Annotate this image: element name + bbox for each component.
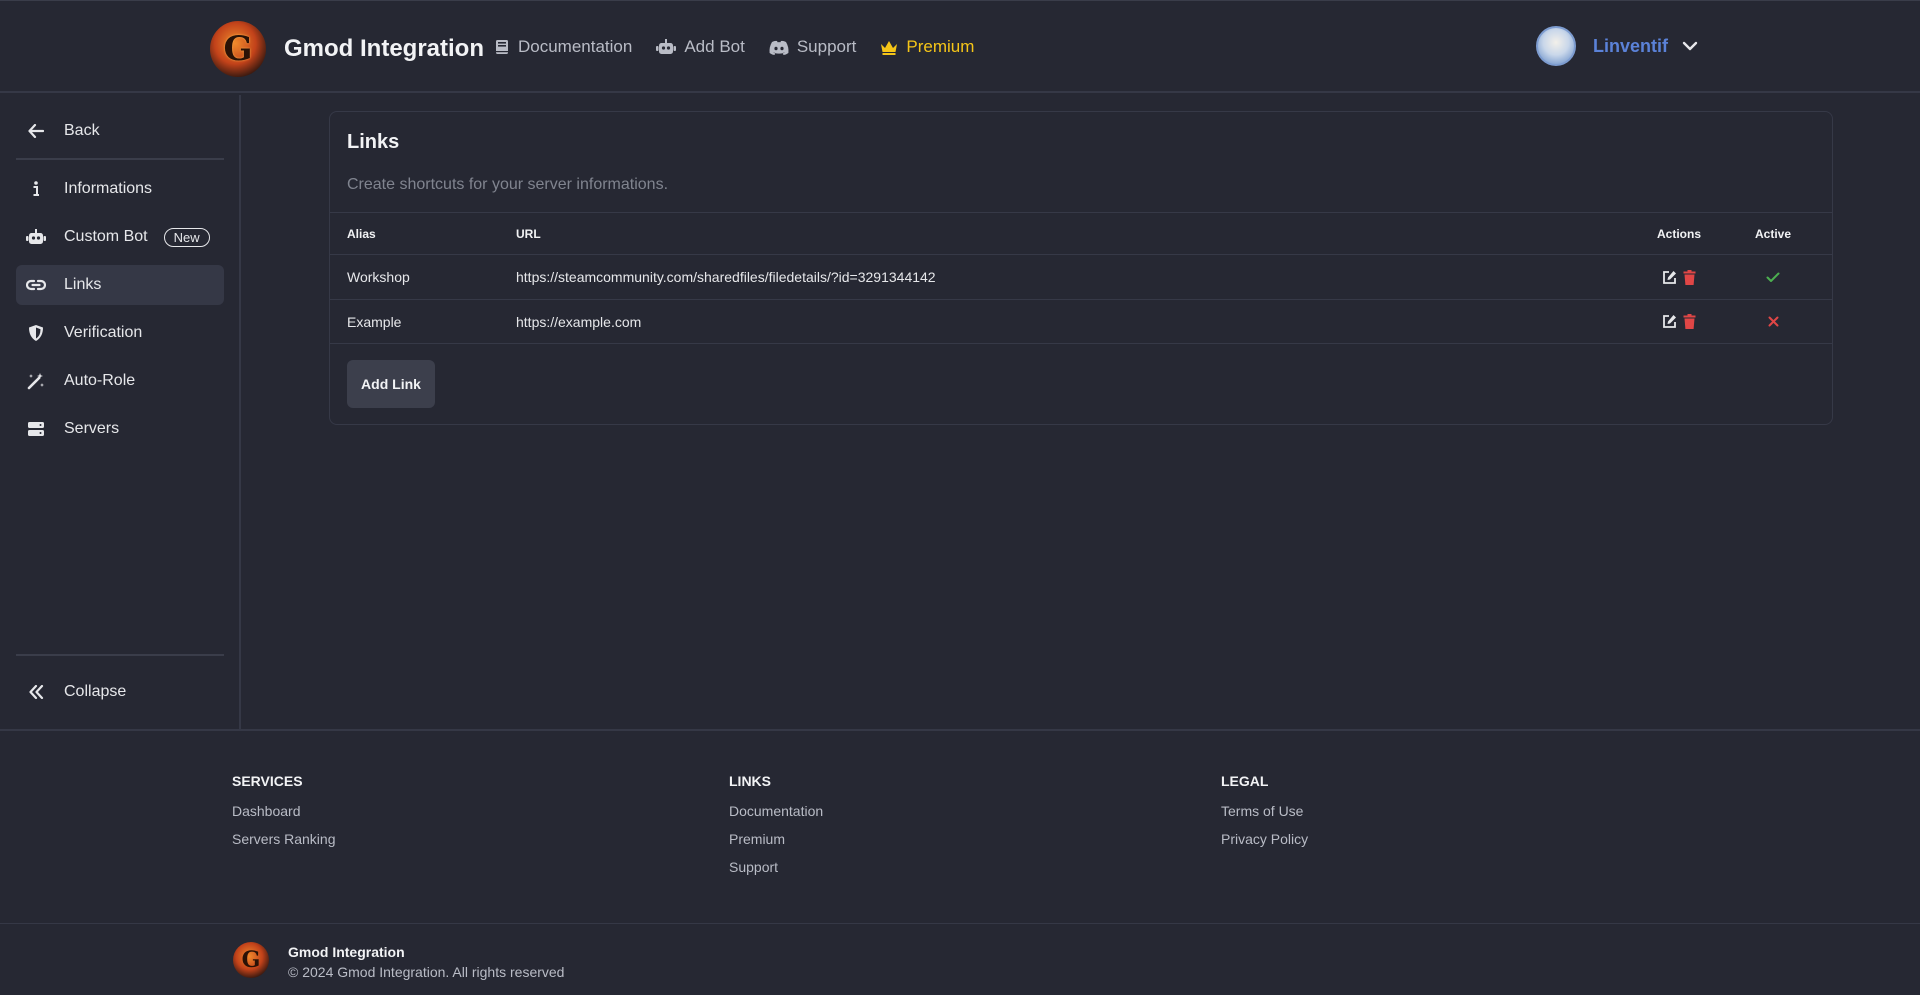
footer-copyright: © 2024 Gmod Integration. All rights rese… xyxy=(288,964,565,980)
table-row: Workshop https://steamcommunity.com/shar… xyxy=(330,254,1832,299)
robot-icon xyxy=(656,39,677,54)
nav-add-bot-label: Add Bot xyxy=(684,37,745,56)
active-cell xyxy=(1736,300,1810,343)
sidebar-item-label: Links xyxy=(64,276,102,293)
trash-icon xyxy=(1683,269,1696,285)
footer-link-support[interactable]: Support xyxy=(729,859,823,875)
shield-icon xyxy=(29,325,43,341)
footer-services-title: SERVICES xyxy=(232,773,303,789)
sidebar-item-label: Informations xyxy=(64,180,153,197)
double-chevron-left-icon xyxy=(29,685,44,699)
sidebar-back[interactable]: Back xyxy=(16,111,224,151)
links-table: Alias URL Active Actions Workshop https:… xyxy=(330,212,1832,344)
nav-premium[interactable]: Premium xyxy=(880,37,974,57)
footer-logo-letter: G xyxy=(241,947,261,973)
sidebar-item-custom-bot[interactable]: Custom Bot New xyxy=(16,217,224,257)
server-icon xyxy=(28,422,44,436)
active-cell xyxy=(1736,255,1810,299)
footer-link-privacy[interactable]: Privacy Policy xyxy=(1221,831,1308,847)
column-header-url: URL xyxy=(516,226,541,241)
footer-links: LINKS Documentation Premium Support xyxy=(729,773,823,887)
column-header-active: Active xyxy=(1754,226,1792,241)
footer-logo: G xyxy=(233,942,269,978)
page-description: Create shortcuts for your server informa… xyxy=(347,176,669,193)
robot-icon xyxy=(26,229,46,244)
user-name[interactable]: Linventif xyxy=(1593,36,1668,57)
links-card: Links Create shortcuts for your server i… xyxy=(329,111,1833,425)
footer-link-dashboard[interactable]: Dashboard xyxy=(232,803,336,819)
sidebar-item-label: Custom Bot xyxy=(64,228,148,245)
add-link-button[interactable]: Add Link xyxy=(347,360,435,408)
nav-documentation-label: Documentation xyxy=(518,37,633,56)
brand-name[interactable]: Gmod Integration xyxy=(284,35,484,63)
footer-legal: LEGAL Terms of Use Privacy Policy xyxy=(1221,773,1308,859)
alias-cell: Workshop xyxy=(347,269,410,285)
sidebar-collapse-label: Collapse xyxy=(64,683,127,700)
trash-icon xyxy=(1683,314,1696,329)
x-icon xyxy=(1768,316,1778,327)
chevron-down-icon[interactable] xyxy=(1682,41,1698,51)
brand-logo[interactable]: G xyxy=(210,21,266,77)
nav-support-label: Support xyxy=(796,37,857,56)
sidebar-divider xyxy=(16,158,224,160)
footer-brand-name: Gmod Integration xyxy=(288,944,405,960)
avatar[interactable] xyxy=(1536,26,1576,66)
wand-icon xyxy=(27,373,44,390)
sidebar-divider xyxy=(16,654,224,656)
info-icon xyxy=(33,181,39,196)
arrow-left-icon xyxy=(28,124,44,138)
column-header-alias: Alias xyxy=(347,226,376,241)
footer: SERVICES Dashboard Servers Ranking LINKS… xyxy=(0,729,1920,995)
sidebar-item-auto-role[interactable]: Auto-Role xyxy=(16,361,224,401)
edit-button[interactable] xyxy=(1662,270,1677,285)
url-cell: https://steamcommunity.com/sharedfiles/f… xyxy=(516,269,936,285)
footer-link-documentation[interactable]: Documentation xyxy=(729,803,823,819)
user-menu[interactable]: Linventif xyxy=(1536,26,1698,66)
sidebar-item-label: Servers xyxy=(64,420,120,437)
table-row: Example https://example.com xyxy=(330,299,1832,344)
edit-button[interactable] xyxy=(1662,314,1677,329)
discord-icon xyxy=(769,40,789,55)
link-icon xyxy=(26,279,46,291)
footer-services: SERVICES Dashboard Servers Ranking xyxy=(232,773,336,859)
sidebar-collapse[interactable]: Collapse xyxy=(16,672,224,712)
footer-legal-title: LEGAL xyxy=(1221,773,1269,789)
delete-button[interactable] xyxy=(1683,269,1696,285)
sidebar-item-servers[interactable]: Servers xyxy=(16,409,224,449)
new-badge: New xyxy=(163,227,210,247)
table-header: Alias URL Active Actions xyxy=(330,212,1832,254)
crown-icon xyxy=(881,40,898,55)
delete-button[interactable] xyxy=(1683,314,1696,329)
page-title: Links xyxy=(347,131,400,153)
sidebar: Back Informations Custom Bot New Links V… xyxy=(0,95,241,730)
edit-icon xyxy=(1663,315,1676,328)
sidebar-item-label: Auto-Role xyxy=(64,372,136,389)
footer-link-servers-ranking[interactable]: Servers Ranking xyxy=(232,831,336,847)
brand-logo-letter: G xyxy=(223,29,253,69)
footer-link-terms[interactable]: Terms of Use xyxy=(1221,803,1308,819)
actions-cell xyxy=(1649,300,1709,343)
top-header: G Gmod Integration Documentation Add Bot… xyxy=(0,0,1920,93)
actions-cell xyxy=(1649,255,1709,299)
nav-support[interactable]: Support xyxy=(769,37,857,57)
top-nav: Documentation Add Bot Support Premium xyxy=(494,37,998,57)
nav-add-bot[interactable]: Add Bot xyxy=(656,37,745,57)
footer-link-premium[interactable]: Premium xyxy=(729,831,823,847)
url-cell: https://example.com xyxy=(516,313,642,330)
check-icon xyxy=(1766,272,1780,282)
sidebar-item-links[interactable]: Links xyxy=(16,265,224,305)
nav-documentation[interactable]: Documentation xyxy=(494,37,632,57)
column-header-actions: Actions xyxy=(1656,226,1701,241)
edit-icon xyxy=(1663,270,1676,284)
footer-bottom: G Gmod Integration © 2024 Gmod Integrati… xyxy=(0,923,1920,995)
brand[interactable]: G Gmod Integration xyxy=(210,21,484,77)
nav-premium-label: Premium xyxy=(906,37,975,56)
sidebar-item-verification[interactable]: Verification xyxy=(16,313,224,353)
footer-links-title: LINKS xyxy=(729,773,771,789)
sidebar-item-label: Verification xyxy=(64,324,143,341)
sidebar-item-informations[interactable]: Informations xyxy=(16,169,224,209)
alias-cell: Example xyxy=(347,313,402,330)
sidebar-back-label: Back xyxy=(64,122,100,139)
book-icon xyxy=(496,40,508,54)
